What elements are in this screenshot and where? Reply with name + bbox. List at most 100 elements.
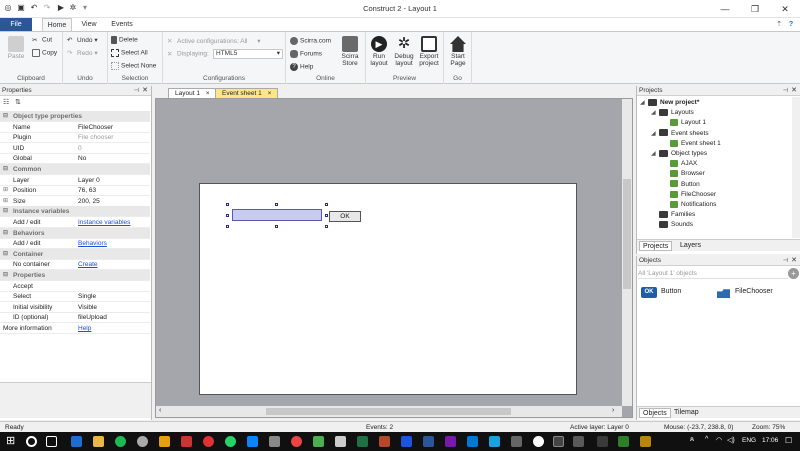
app-icon-29[interactable] <box>640 436 651 447</box>
property-row[interactable]: No container Create <box>0 259 150 271</box>
scirra-store-button[interactable]: Scirra Store <box>338 36 362 67</box>
help-link[interactable]: ? Help <box>290 63 313 71</box>
tree-node[interactable]: ◢ Layouts <box>651 108 694 118</box>
property-section[interactable]: ⊟ Instance variables <box>0 206 150 218</box>
property-row[interactable]: Name FileChooser <box>0 122 150 133</box>
start-page-button[interactable]: Start Page <box>447 36 469 67</box>
minimize-button[interactable]: — <box>710 0 740 18</box>
powerpoint-icon[interactable] <box>379 436 390 447</box>
file-explorer-icon[interactable] <box>93 436 104 447</box>
tab-projects[interactable]: Projects <box>639 241 673 251</box>
property-row[interactable]: Select Single <box>0 291 150 303</box>
property-row[interactable]: Add / edit Instance variables <box>0 217 150 228</box>
objects-filter-input[interactable]: All 'Layout 1' objects <box>638 268 788 279</box>
collapse-icon[interactable]: ⊟ <box>3 164 8 175</box>
pin-icon[interactable]: ⊣ <box>783 256 788 266</box>
tree-node[interactable]: ◢ Object types <box>651 149 707 159</box>
tab-objects[interactable]: Objects <box>639 408 671 418</box>
wifi-icon[interactable]: ◠ <box>716 436 722 444</box>
expand-icon[interactable]: ⊞ <box>3 185 8 196</box>
spotify-icon[interactable] <box>115 436 126 447</box>
vertical-scroll-thumb[interactable] <box>623 179 631 289</box>
app-icon-14[interactable] <box>313 436 324 447</box>
tree-node[interactable]: Button <box>662 180 700 190</box>
outlook-icon[interactable] <box>467 436 478 447</box>
expand-icon[interactable]: ⊞ <box>3 196 8 207</box>
redo-button[interactable]: ↷ Redo ▾ <box>67 49 98 57</box>
active-configurations-dropdown[interactable]: ✕ Active configurations: All ▾ <box>167 37 261 45</box>
property-row[interactable]: ⊞ Position 76, 63 <box>0 185 150 197</box>
pin-icon[interactable]: ⊣ <box>134 86 139 96</box>
tree-node[interactable]: Event sheet 1 <box>662 139 721 149</box>
tab-events[interactable]: Events <box>106 18 138 31</box>
property-row[interactable]: ID (optional) fileUpload <box>0 312 150 324</box>
collapse-icon[interactable]: ⊟ <box>3 111 8 122</box>
expand-arrow-icon[interactable]: ◢ <box>651 129 659 139</box>
property-section[interactable]: ⊟ Common <box>0 164 150 175</box>
property-section[interactable]: ⊟ Container <box>0 248 150 260</box>
resize-handle[interactable] <box>325 203 328 206</box>
property-row[interactable]: Initial visibility Visible <box>0 302 150 313</box>
close-tab-icon[interactable]: × <box>268 90 272 97</box>
property-section[interactable]: ⊟ Object type properties <box>0 111 150 122</box>
property-row[interactable]: More information Help <box>0 323 150 334</box>
export-project-button[interactable]: Export project <box>417 36 441 67</box>
tree-node[interactable]: Browser <box>662 169 705 179</box>
chrome-icon[interactable] <box>291 436 302 447</box>
sort-alpha-icon[interactable]: ⇅ <box>15 98 21 106</box>
tree-node[interactable]: ◢ Event sheets <box>651 129 709 139</box>
forums-link[interactable]: Forums <box>290 50 322 58</box>
maximize-button[interactable]: ❐ <box>740 0 770 18</box>
resize-handle[interactable] <box>226 203 229 206</box>
add-object-icon[interactable]: + <box>788 268 799 279</box>
property-row[interactable]: Add / edit Behaviors <box>0 238 150 250</box>
scroll-right-icon[interactable]: › <box>612 407 614 414</box>
resize-handle[interactable] <box>226 225 229 228</box>
tree-node[interactable]: Sounds <box>651 220 693 230</box>
tray-chevron-icon[interactable]: ^ <box>705 436 708 443</box>
windows-start-icon[interactable]: ⊞ <box>6 436 17 447</box>
property-link[interactable]: Help <box>78 323 91 334</box>
app-icon-27[interactable] <box>597 436 608 447</box>
delete-button[interactable]: Delete <box>111 36 138 44</box>
tree-node[interactable]: Layout 1 <box>662 118 706 128</box>
tab-event-sheet-1[interactable]: Event sheet 1 × <box>215 88 279 98</box>
app-icon-9[interactable] <box>203 436 214 447</box>
app-icon-28[interactable] <box>618 436 629 447</box>
resize-handle[interactable] <box>275 225 278 228</box>
onenote-icon[interactable] <box>445 436 456 447</box>
notifications-icon[interactable]: ☐ <box>785 436 792 445</box>
pin-icon[interactable]: ⊣ <box>783 86 788 96</box>
task-view-icon[interactable] <box>46 436 57 447</box>
scirra-com-link[interactable]: Scirra.com <box>290 37 331 45</box>
close-button[interactable]: ✕ <box>770 0 800 18</box>
run-layout-button[interactable]: ▶ Run layout <box>368 36 390 67</box>
collapse-icon[interactable]: ⊟ <box>3 228 8 239</box>
help-icon[interactable]: ? <box>786 18 796 31</box>
property-link[interactable]: Behaviors <box>78 238 107 249</box>
object-item-filechooser[interactable]: FileChooser <box>717 287 797 299</box>
property-link[interactable]: Create <box>78 259 98 270</box>
scroll-left-icon[interactable]: ‹ <box>159 407 161 414</box>
resize-handle[interactable] <box>325 225 328 228</box>
calculator-icon[interactable] <box>335 436 346 447</box>
close-panel-icon[interactable]: ✕ <box>142 86 148 96</box>
volume-icon[interactable]: ◁) <box>727 436 735 444</box>
close-tab-icon[interactable]: × <box>206 90 210 97</box>
app-icon-8[interactable] <box>181 436 192 447</box>
resize-handle[interactable] <box>275 203 278 206</box>
resize-handle[interactable] <box>226 214 229 217</box>
tree-node[interactable]: AJAX <box>662 159 697 169</box>
undo-button[interactable]: ↶ Undo ▾ <box>67 36 98 44</box>
property-section[interactable]: ⊟ Properties <box>0 270 150 281</box>
tree-node[interactable]: FileChooser <box>662 190 716 200</box>
excel-icon[interactable] <box>357 436 368 447</box>
close-panel-icon[interactable]: ✕ <box>791 86 797 96</box>
word-icon[interactable] <box>423 436 434 447</box>
app-icon-23[interactable] <box>511 436 522 447</box>
expand-arrow-icon[interactable]: ◢ <box>651 149 659 159</box>
horizontal-scroll-thumb[interactable] <box>266 408 511 415</box>
property-row[interactable]: Accept <box>0 281 150 292</box>
tab-layout-1[interactable]: Layout 1 × <box>168 88 217 98</box>
sort-categorized-icon[interactable]: ☷ <box>3 98 9 106</box>
